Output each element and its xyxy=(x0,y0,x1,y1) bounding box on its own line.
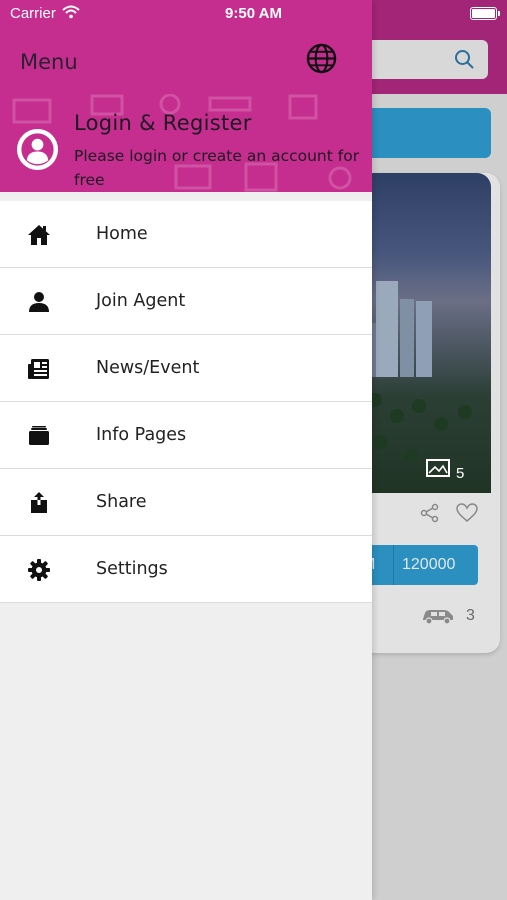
property-card[interactable]: 5 M 120000 xyxy=(360,173,500,653)
menu-item-info-pages[interactable]: Info Pages xyxy=(0,402,372,469)
background-search-bar[interactable] xyxy=(360,40,488,79)
menu-item-label: News/Event xyxy=(96,358,200,378)
menu-item-label: Home xyxy=(96,224,148,244)
menu-item-label: Join Agent xyxy=(96,291,186,311)
menu-list: Home Join Agent News/Event Info Pages Sh… xyxy=(0,201,372,603)
price-badge: M 120000 xyxy=(360,545,478,585)
login-title: Login & Register xyxy=(74,111,252,135)
drawer-title: Menu xyxy=(20,50,78,74)
menu-item-settings[interactable]: Settings xyxy=(0,536,372,603)
globe-icon[interactable] xyxy=(306,43,337,74)
user-avatar-icon xyxy=(17,129,58,170)
menu-item-label: Share xyxy=(96,492,147,512)
background-banner[interactable] xyxy=(360,108,491,158)
heart-icon[interactable] xyxy=(456,503,478,523)
menu-item-news-event[interactable]: News/Event xyxy=(0,335,372,402)
property-photo[interactable]: 5 xyxy=(360,173,491,493)
navigation-drawer: Menu Login & Register Please login or cr… xyxy=(0,0,372,900)
share-icon[interactable] xyxy=(420,503,440,523)
photo-count: 5 xyxy=(456,465,465,482)
menu-item-label: Info Pages xyxy=(96,425,187,445)
gear-icon xyxy=(28,559,50,581)
folder-icon xyxy=(29,426,49,445)
login-register-panel[interactable]: Login & Register Please login or create … xyxy=(0,94,372,192)
person-icon xyxy=(29,292,49,312)
car-icon xyxy=(423,610,453,625)
home-icon xyxy=(28,225,50,245)
menu-item-join-agent[interactable]: Join Agent xyxy=(0,268,372,335)
menu-item-home[interactable]: Home xyxy=(0,201,372,268)
newspaper-icon xyxy=(28,359,49,379)
status-bar: Carrier 9:50 AM xyxy=(0,0,507,28)
card-actions xyxy=(420,503,478,523)
search-icon[interactable] xyxy=(454,49,474,69)
share-icon xyxy=(31,492,47,513)
menu-item-share[interactable]: Share xyxy=(0,469,372,536)
battery-icon xyxy=(470,7,500,20)
card-meta: 3 xyxy=(420,607,475,625)
image-gallery-icon xyxy=(426,459,450,477)
status-time: 9:50 AM xyxy=(225,5,282,22)
menu-item-label: Settings xyxy=(96,559,168,579)
price-value: 120000 xyxy=(402,556,456,573)
login-subtitle: Please login or create an account for fr… xyxy=(74,147,360,189)
parking-count: 3 xyxy=(466,607,475,624)
